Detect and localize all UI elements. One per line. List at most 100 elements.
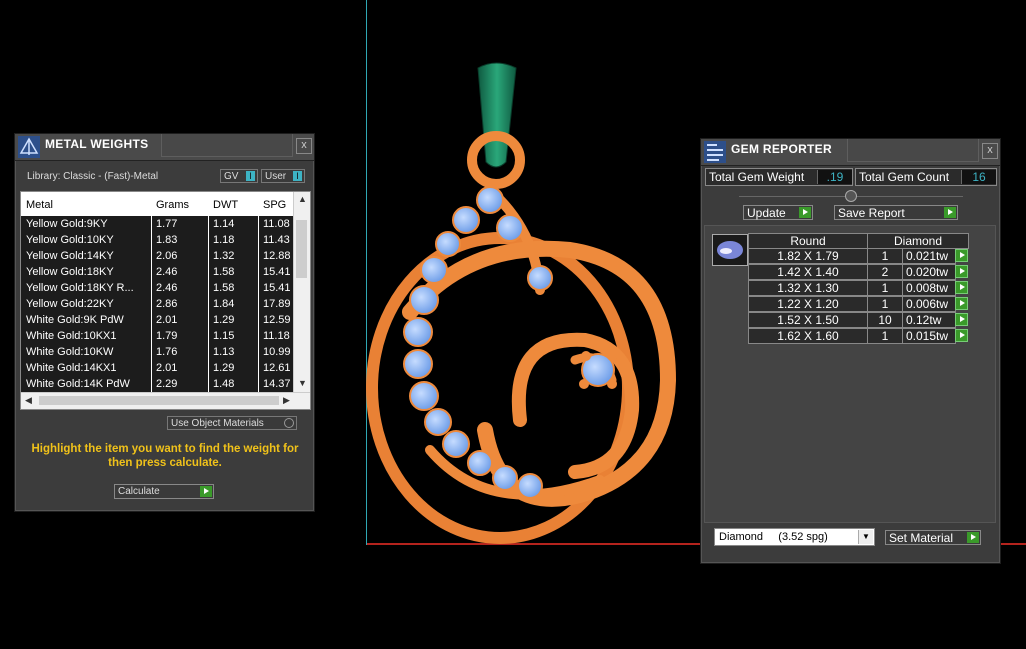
gem-list-area: Round Diamond 1.82 X 1.79 1 0.021tw 1.42 X … (704, 225, 996, 523)
gv-toggle-knob: I (246, 171, 255, 181)
scroll-left-icon[interactable]: ◀ (25, 395, 32, 406)
select-gem-arrow-icon[interactable] (955, 297, 968, 310)
update-button[interactable]: Update (743, 205, 813, 220)
table-row[interactable]: White Gold:14K PdW 2.29 1.48 14.37 (21, 376, 293, 393)
gem-size: 1.32 X 1.30 (748, 280, 868, 296)
select-gem-arrow-icon[interactable] (955, 281, 968, 294)
spg-value: 12.88 (263, 250, 291, 262)
gv-toggle-label: GV (224, 171, 239, 182)
material-select[interactable]: Diamond (3.52 spg) ▼ (714, 528, 875, 546)
spg-value: 15.41 (263, 282, 291, 294)
gem-count: 10 (867, 312, 903, 328)
scroll-right-icon[interactable]: ▶ (283, 395, 290, 406)
dwt-value: 1.15 (213, 330, 235, 342)
scroll-up-icon[interactable]: ▲ (298, 194, 307, 204)
library-label: Library: Classic - (Fast)-Metal (27, 171, 159, 182)
table-row[interactable]: White Gold:14KX1 2.01 1.29 12.61 (21, 360, 293, 377)
play-arrow-icon (799, 207, 811, 218)
user-toggle[interactable]: User I (261, 169, 305, 183)
gem-reporter-titlebar[interactable]: GEM REPORTER x (701, 139, 1000, 166)
grams-value: 2.06 (156, 250, 178, 262)
calculate-button[interactable]: Calculate (114, 484, 214, 499)
gem-count: 1 (867, 280, 903, 296)
grams-value: 1.76 (156, 346, 178, 358)
column-divider (258, 216, 259, 396)
chevron-down-icon[interactable]: ▼ (858, 530, 873, 544)
gem-count: 1 (867, 248, 903, 264)
use-object-materials-toggle[interactable]: Use Object Materials (167, 416, 297, 430)
gem-weight: 0.008tw (902, 280, 956, 296)
grams-value: 2.01 (156, 314, 178, 326)
set-material-button[interactable]: Set Material (885, 530, 981, 545)
table-row[interactable]: White Gold:10KW 1.76 1.13 10.99 (21, 344, 293, 361)
collapse-knob-icon[interactable] (845, 190, 857, 202)
gv-toggle[interactable]: GV I (220, 169, 258, 183)
table-row[interactable]: Yellow Gold:9KY 1.77 1.14 11.08 (21, 216, 293, 233)
column-divider (208, 216, 209, 396)
metal-name: Yellow Gold:9KY (26, 218, 108, 230)
calculate-label: Calculate (118, 486, 160, 497)
gem-reporter-panel: GEM REPORTER x Total Gem Weight .19 Tota… (700, 138, 1001, 564)
select-gem-arrow-icon[interactable] (955, 265, 968, 278)
table-row[interactable]: Yellow Gold:18KY R... 2.46 1.58 15.41 (21, 280, 293, 297)
gem-header-material: Diamond (867, 233, 969, 249)
select-gem-arrow-icon[interactable] (955, 313, 968, 326)
table-row[interactable]: White Gold:10KX1 1.79 1.15 11.18 (21, 328, 293, 345)
metal-weights-close-button[interactable]: x (296, 138, 312, 154)
gem-header-shape: Round (748, 233, 868, 249)
horizontal-scrollbar[interactable]: ◀ ▶ (21, 392, 310, 409)
grams-value: 2.46 (156, 266, 178, 278)
title-tab (847, 139, 979, 162)
grams-value: 2.46 (156, 282, 178, 294)
dwt-value: 1.84 (213, 298, 235, 310)
select-gem-arrow-icon[interactable] (955, 329, 968, 342)
spg-value: 12.61 (263, 362, 291, 374)
gem-weight: 0.015tw (902, 328, 956, 344)
save-report-label: Save Report (838, 206, 905, 220)
total-gem-count-box: Total Gem Count 16 (855, 168, 997, 186)
column-header-dwt[interactable]: DWT (213, 199, 258, 211)
table-row[interactable]: Yellow Gold:10KY 1.83 1.18 11.43 (21, 232, 293, 249)
gem-weight: 0.021tw (902, 248, 956, 264)
grams-value: 1.79 (156, 330, 178, 342)
dwt-value: 1.29 (213, 314, 235, 326)
table-row[interactable]: White Gold:9K PdW 2.01 1.29 12.59 (21, 312, 293, 329)
play-arrow-icon (967, 532, 979, 543)
grams-value: 1.77 (156, 218, 178, 230)
metal-weights-titlebar[interactable]: METAL WEIGHTS x (15, 134, 314, 161)
gem-weight: 0.006tw (902, 296, 956, 312)
column-divider (151, 216, 152, 396)
table-row[interactable]: Yellow Gold:14KY 2.06 1.32 12.88 (21, 248, 293, 265)
table-row[interactable]: Yellow Gold:18KY 2.46 1.58 15.41 (21, 264, 293, 281)
scroll-down-icon[interactable]: ▼ (298, 378, 307, 388)
spg-value: 10.99 (263, 346, 291, 358)
metal-table-header: Metal Grams DWT SPG (21, 195, 293, 217)
column-header-grams[interactable]: Grams (156, 199, 208, 211)
spg-value: 11.43 (263, 234, 290, 246)
radio-icon[interactable] (284, 418, 294, 428)
grams-value: 1.83 (156, 234, 178, 246)
metal-scale-icon (18, 136, 40, 158)
pendant-model[interactable] (350, 50, 710, 560)
total-gem-count-value: 16 (961, 170, 996, 184)
select-gem-arrow-icon[interactable] (955, 249, 968, 262)
column-header-metal[interactable]: Metal (26, 199, 148, 211)
dwt-value: 1.29 (213, 362, 235, 374)
vertical-scrollbar[interactable]: ▲ ▼ (293, 192, 310, 392)
set-material-label: Set Material (889, 531, 954, 545)
gem-weight: 0.12tw (902, 312, 956, 328)
table-row[interactable]: Yellow Gold:22KY 2.86 1.84 17.89 (21, 296, 293, 313)
metal-name: Yellow Gold:18KY R... (26, 282, 134, 294)
metal-weights-table[interactable]: Metal Grams DWT SPG Yellow Gold:9KY 1.77 1… (20, 191, 311, 410)
save-report-button[interactable]: Save Report (834, 205, 958, 220)
gem-report-icon (704, 141, 726, 163)
horizontal-scroll-thumb[interactable] (39, 396, 279, 405)
gem-weight: 0.020tw (902, 264, 956, 280)
gem-reporter-close-button[interactable]: x (982, 143, 998, 159)
column-header-spg[interactable]: SPG (263, 199, 293, 211)
title-tab (161, 134, 293, 157)
vertical-scroll-thumb[interactable] (296, 220, 307, 278)
metal-name: Yellow Gold:18KY (26, 266, 114, 278)
gem-count: 1 (867, 296, 903, 312)
round-diamond-icon[interactable] (712, 234, 748, 266)
